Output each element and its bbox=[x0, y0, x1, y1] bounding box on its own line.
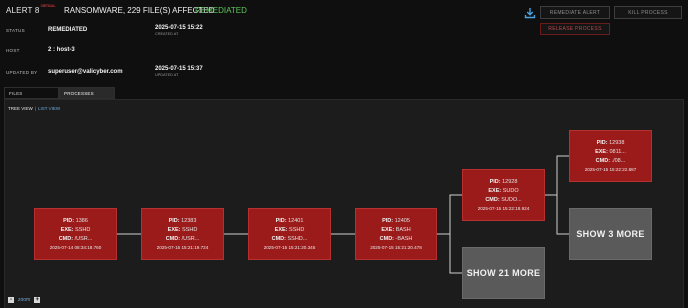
cmd-key: CMD: bbox=[485, 197, 500, 203]
exe-line: EXE: SSHD bbox=[275, 227, 305, 233]
exe-value: SSHD bbox=[289, 227, 305, 233]
updated-at-value: 2025-07-15 15:37 bbox=[155, 66, 203, 72]
cmd-key: CMD: bbox=[58, 236, 74, 242]
host-value: 2 : host-3 bbox=[48, 47, 75, 53]
remediate-alert-button[interactable]: REMEDIATE ALERT bbox=[540, 6, 610, 19]
exe-value: SUDO bbox=[502, 188, 519, 194]
cmd-line: CMD: SUDO... bbox=[485, 197, 521, 203]
cmd-line: CMD: SSHD... bbox=[272, 236, 308, 242]
pid-key: PID: bbox=[168, 218, 180, 224]
tab-files[interactable]: FILES bbox=[4, 87, 59, 99]
cmd-key: CMD: bbox=[595, 158, 611, 164]
exe-key: EXE: bbox=[488, 188, 502, 194]
cmd-key: CMD: bbox=[165, 236, 181, 242]
pid-line: PID: 12938 bbox=[597, 140, 625, 146]
pid-key: PID: bbox=[275, 218, 287, 224]
host-label: HOST bbox=[6, 48, 20, 53]
tab-processes[interactable]: PROCESSES bbox=[59, 87, 115, 99]
release-process-button[interactable]: RELEASE PROCESS bbox=[540, 23, 610, 35]
exe-key: EXE: bbox=[595, 149, 608, 155]
exe-line: EXE: SSHD bbox=[168, 227, 198, 233]
pid-key: PID: bbox=[382, 218, 394, 224]
alert-id: ALERT 8 bbox=[6, 6, 40, 15]
cmd-key: CMD: bbox=[379, 236, 394, 242]
updated-by-label: UPDATED BY bbox=[6, 70, 38, 75]
pid-value: 12928 bbox=[502, 179, 518, 185]
download-icon[interactable] bbox=[524, 6, 536, 19]
cmd-value: SUDO... bbox=[501, 197, 522, 203]
alert-title: RANSOMWARE, 229 FILE(S) AFFECTED bbox=[64, 6, 215, 15]
exe-key: EXE: bbox=[381, 227, 395, 233]
alert-status: REMEDIATED bbox=[195, 6, 247, 15]
cmd-key: CMD: bbox=[271, 236, 286, 242]
exe-key: EXE: bbox=[274, 227, 288, 233]
exe-key: EXE: bbox=[167, 227, 181, 233]
cmd-value: /USR... bbox=[74, 236, 93, 242]
pid-key: PID: bbox=[489, 179, 501, 185]
view-separator: | bbox=[34, 106, 36, 111]
pid-value: 12383 bbox=[181, 218, 197, 224]
show-more-children-button[interactable]: SHOW 3 MORE bbox=[569, 208, 652, 260]
exe-value: SSHD bbox=[75, 227, 91, 233]
cmd-line: CMD: -BASH bbox=[380, 236, 413, 242]
zoom-in-button[interactable]: + bbox=[34, 297, 41, 303]
node-timestamp: 2025-07-15 15:22:22.887 bbox=[584, 167, 637, 172]
pid-line: PID: 12405 bbox=[382, 218, 410, 224]
created-at-value: 2025-07-15 15:22 bbox=[155, 25, 203, 31]
updated-by-value: superuser@valicyber.com bbox=[48, 69, 123, 75]
node-timestamp: 2025-07-15 15:21:20.345 bbox=[263, 245, 316, 250]
pid-line: PID: 12928 bbox=[490, 179, 518, 185]
process-node[interactable]: PID: 12938 EXE: 0811... CMD: ./08... 202… bbox=[569, 130, 652, 182]
kill-process-button[interactable]: KILL PROCESS bbox=[614, 6, 682, 19]
list-view-link[interactable]: LIST VIEW bbox=[38, 106, 60, 111]
process-node[interactable]: PID: 12383 EXE: SSHD CMD: /USR... 2025-0… bbox=[141, 208, 224, 260]
node-timestamp: 2025-07-15 15:21:20.478 bbox=[370, 245, 422, 250]
cmd-value: ./08... bbox=[611, 158, 626, 164]
cmd-value: SSHD... bbox=[287, 236, 308, 242]
tree-view-link[interactable]: TREE VIEW bbox=[8, 106, 33, 111]
exe-line: EXE: BASH bbox=[381, 227, 410, 233]
show-more-siblings-button[interactable]: SHOW 21 MORE bbox=[462, 247, 545, 299]
view-toggle: TREE VIEW | LIST VIEW bbox=[8, 106, 60, 111]
exe-line: EXE: 0811... bbox=[595, 149, 626, 155]
process-node[interactable]: PID: 12405 EXE: BASH CMD: -BASH 2025-07-… bbox=[355, 208, 437, 260]
exe-line: EXE: SUDO bbox=[488, 188, 518, 194]
cmd-line: CMD: /USR... bbox=[166, 236, 200, 242]
pid-line: PID: 12401 bbox=[276, 218, 304, 224]
zoom-label: zoom bbox=[18, 297, 31, 303]
created-at-label: CREATED AT bbox=[155, 32, 179, 36]
node-timestamp: 2025-07-15 15:21:19.724 bbox=[156, 245, 209, 250]
exe-line: EXE: SSHD bbox=[61, 227, 91, 233]
cmd-line: CMD: /USR... bbox=[59, 236, 93, 242]
pid-key: PID: bbox=[63, 218, 75, 224]
updated-at-label: UPDATED AT bbox=[155, 73, 179, 77]
cmd-value: /USR... bbox=[181, 236, 200, 242]
zoom-out-button[interactable]: - bbox=[8, 297, 14, 303]
cmd-value: -BASH bbox=[395, 236, 413, 242]
severity-badge: CRITICAL bbox=[40, 4, 56, 8]
exe-value: 0811... bbox=[609, 149, 626, 155]
pid-value: 12401 bbox=[288, 218, 304, 224]
exe-value: SSHD bbox=[182, 227, 198, 233]
pid-line: PID: 1386 bbox=[63, 218, 88, 224]
process-node[interactable]: PID: 1386 EXE: SSHD CMD: /USR... 2025-07… bbox=[34, 208, 117, 260]
cmd-line: CMD: ./08... bbox=[596, 158, 626, 164]
zoom-controls: - zoom + bbox=[8, 297, 41, 303]
node-timestamp: 2025-07-14 08:34:18.760 bbox=[49, 245, 102, 250]
process-node[interactable]: PID: 12401 EXE: SSHD CMD: SSHD... 2025-0… bbox=[248, 208, 331, 260]
status-label: STATUS bbox=[6, 28, 25, 33]
exe-key: EXE: bbox=[60, 227, 74, 233]
pid-value: 12938 bbox=[609, 140, 625, 146]
status-value: REMEDIATED bbox=[48, 27, 88, 33]
process-node[interactable]: PID: 12928 EXE: SUDO CMD: SUDO... 2025-0… bbox=[462, 169, 545, 221]
pid-line: PID: 12383 bbox=[169, 218, 197, 224]
pid-key: PID: bbox=[596, 140, 608, 146]
pid-value: 1386 bbox=[75, 218, 88, 224]
pid-value: 12405 bbox=[394, 218, 410, 224]
exe-value: BASH bbox=[395, 227, 411, 233]
node-timestamp: 2025-07-15 15:22:18.924 bbox=[477, 206, 530, 211]
